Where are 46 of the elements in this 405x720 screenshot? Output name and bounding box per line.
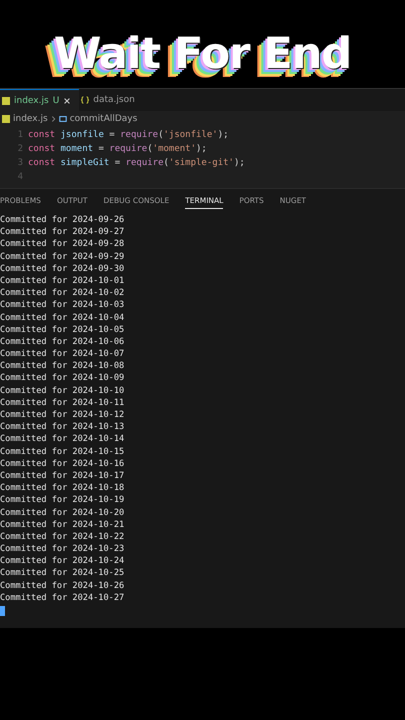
terminal-line: Committed for 2024-10-16 xyxy=(0,458,126,470)
terminal-line: Committed for 2024-10-24 xyxy=(0,555,126,568)
terminal-line: Committed for 2024-10-06 xyxy=(0,336,126,348)
code-line: const moment = require('moment'); xyxy=(28,144,207,154)
terminal-line: Committed for 2024-10-27 xyxy=(0,592,126,604)
terminal-line: Committed for 2024-10-01 xyxy=(0,274,126,288)
terminal-line: Committed for 2024-10-15 xyxy=(0,446,126,458)
js-file-icon xyxy=(2,114,10,122)
terminal-line: Committed for 2024-10-26 xyxy=(0,580,126,592)
terminal-line: Committed for 2024-09-26 xyxy=(0,214,126,226)
breadcrumb-item[interactable]: commitAllDays xyxy=(70,114,138,124)
terminal-line: Committed for 2024-10-13 xyxy=(0,421,126,434)
terminal-line: Committed for 2024-10-09 xyxy=(0,372,126,385)
terminal-line: Committed for 2024-10-14 xyxy=(0,433,126,446)
code-line: const jsonfile = require('jsonfile'); xyxy=(28,130,229,140)
terminal-line: Committed for 2024-10-21 xyxy=(0,518,126,531)
terminal-line: Committed for 2024-09-28 xyxy=(0,238,126,251)
variable-icon xyxy=(58,114,67,122)
editor-tab[interactable]: data.json xyxy=(79,89,143,111)
terminal-line: Committed for 2024-10-03 xyxy=(0,299,126,312)
terminal-line: Committed for 2024-10-17 xyxy=(0,470,126,482)
terminal-line: Committed for 2024-10-08 xyxy=(0,360,126,372)
js-file-icon xyxy=(2,96,10,104)
terminal-line: Committed for 2024-10-25 xyxy=(0,567,126,580)
terminal-line: Committed for 2024-09-30 xyxy=(0,262,126,275)
terminal-line: Committed for 2024-10-04 xyxy=(0,312,126,324)
terminal-line: Committed for 2024-10-19 xyxy=(0,494,126,506)
terminal-line: Committed for 2024-10-18 xyxy=(0,482,126,494)
terminal-line: Committed for 2024-10-23 xyxy=(0,543,126,556)
terminal-line: Committed for 2024-10-11 xyxy=(0,396,126,409)
terminal-cursor xyxy=(0,606,5,616)
terminal-line: Committed for 2024-10-07 xyxy=(0,348,126,360)
terminal-line: Committed for 2024-10-20 xyxy=(0,506,126,519)
close-icon[interactable] xyxy=(63,96,72,104)
terminal-line: Committed for 2024-09-29 xyxy=(0,250,126,263)
code-line: const simpleGit = require('simple-git'); xyxy=(28,158,245,168)
editor-tab[interactable]: index.js U xyxy=(0,89,80,111)
terminal-line: Committed for 2024-09-27 xyxy=(0,226,126,238)
terminal-line: Committed for 2024-10-10 xyxy=(0,384,126,397)
terminal-line: Committed for 2024-10-05 xyxy=(0,324,126,336)
breadcrumb-item[interactable]: index.js xyxy=(13,114,48,124)
chevron-icon xyxy=(50,114,56,122)
terminal-line: Committed for 2024-10-12 xyxy=(0,409,126,422)
terminal-line: Committed for 2024-10-02 xyxy=(0,287,126,300)
terminal-line: Committed for 2024-10-22 xyxy=(0,530,126,544)
braces-icon xyxy=(81,96,90,104)
